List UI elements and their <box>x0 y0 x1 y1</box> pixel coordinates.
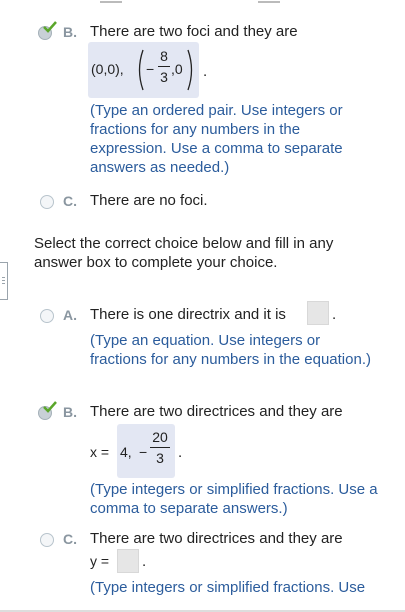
foci-c-letter: C. <box>63 193 77 209</box>
directrix-b-prefix: x = <box>90 444 110 460</box>
directrix-a-answer-box[interactable] <box>307 301 329 325</box>
directrix-a-radio[interactable] <box>40 309 54 323</box>
directrix-b-answer-box[interactable]: 4, − 20 3 <box>117 424 175 478</box>
directrix-fraction-numerator: 20 <box>152 429 168 445</box>
directrix-c-letter: C. <box>63 531 77 547</box>
directrix-b-period: . <box>178 444 183 461</box>
foci-b-hint: (Type an ordered pair. Use integers or f… <box>90 102 343 176</box>
foci-c-text: There are no foci. <box>90 192 208 209</box>
directrix-a-hint: (Type an equation. Use integers or fract… <box>90 332 371 368</box>
directrix-b-fraction: 20 3 <box>150 429 170 466</box>
directrix-c-period: . <box>142 553 147 570</box>
foci-fraction-denominator: 3 <box>160 69 168 85</box>
foci-answer-box[interactable]: (0,0), − 8 3 ,0 <box>88 42 199 98</box>
directrix-a-period: . <box>332 306 337 323</box>
foci-fraction-numerator: 8 <box>160 48 168 64</box>
directrix-b-letter: B. <box>63 404 77 420</box>
directrix-c-text: There are two directrices and they are <box>90 530 343 547</box>
directrix-fraction-denominator: 3 <box>156 450 164 466</box>
directrix-prompt: Select the correct choice below and fill… <box>34 235 334 271</box>
directrix-c-prefix: y = <box>90 553 110 569</box>
foci-b-text: There are two foci and they are <box>90 23 298 40</box>
open-paren-icon <box>138 49 144 91</box>
checkmark-icon <box>43 21 57 33</box>
top-divider <box>0 0 405 3</box>
directrix-b-sign: − <box>139 444 148 460</box>
checkmark-icon <box>43 401 57 413</box>
foci-answer-fraction: 8 3 <box>158 48 170 85</box>
side-panel-handle[interactable] <box>0 262 8 300</box>
foci-answer-first-point: (0,0), <box>91 61 124 77</box>
foci-b-period: . <box>203 63 208 80</box>
foci-b-letter: B. <box>63 24 77 40</box>
directrix-b-hint: (Type integers or simplified fractions. … <box>90 481 378 517</box>
close-paren-icon <box>187 49 193 91</box>
directrix-b-first-value: 4, <box>120 444 132 460</box>
foci-answer-sign: − <box>146 61 155 77</box>
directrix-a-letter: A. <box>63 307 77 323</box>
directrix-c-hint: (Type integers or simplified fractions. … <box>90 579 366 596</box>
directrix-c-radio[interactable] <box>40 533 54 547</box>
directrix-a-text: There is one directrix and it is <box>90 306 286 323</box>
foci-c-radio[interactable] <box>40 195 54 209</box>
foci-answer-tail: ,0 <box>171 61 183 77</box>
directrix-c-answer-box[interactable] <box>117 549 139 573</box>
directrix-b-text: There are two directrices and they are <box>90 403 343 420</box>
